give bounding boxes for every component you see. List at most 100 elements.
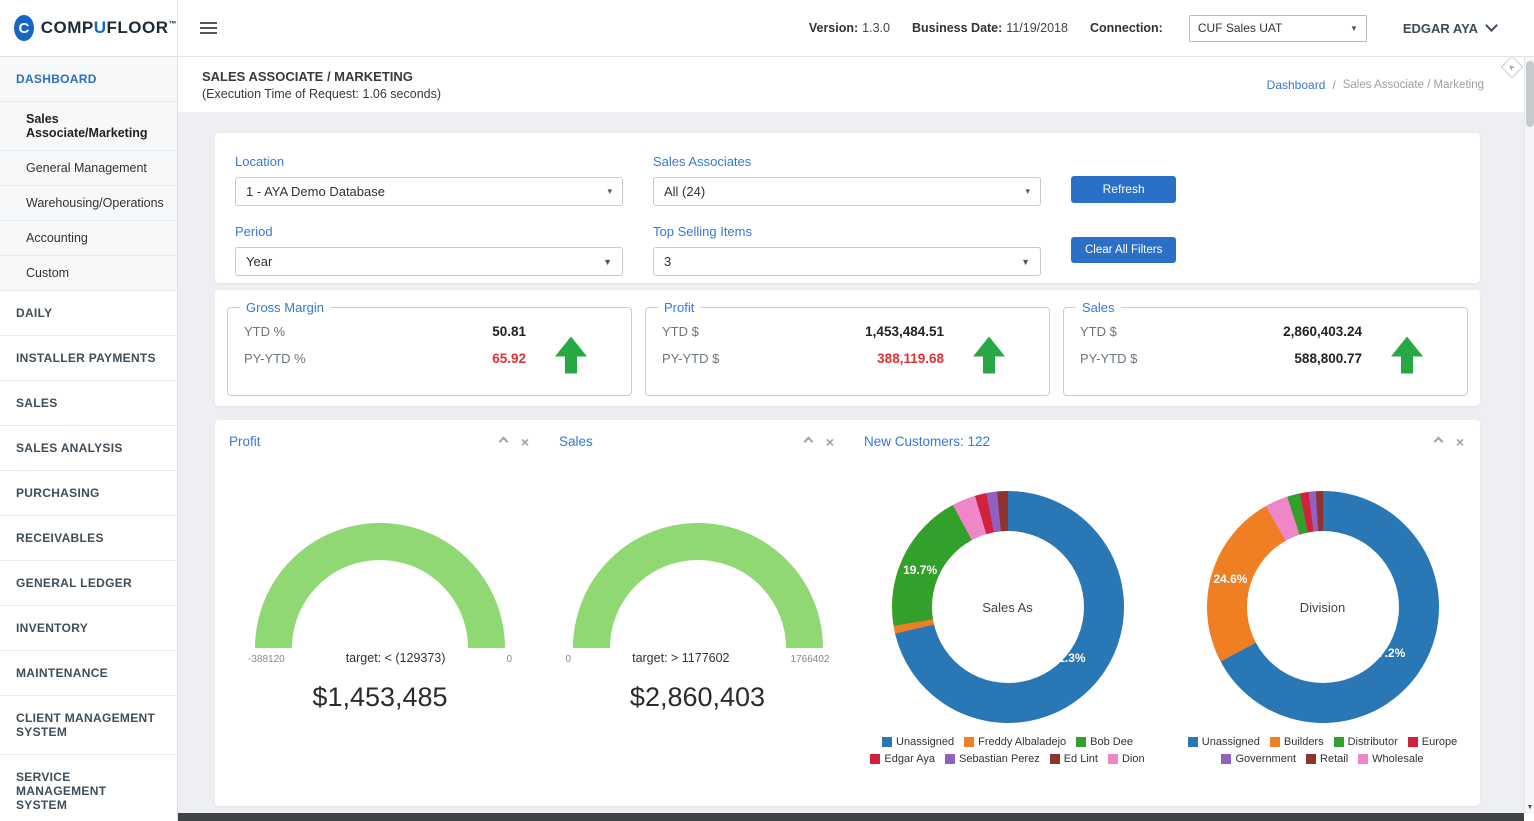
sidebar-item-service-management-system[interactable]: SERVICE MANAGEMENT SYSTEM: [0, 755, 177, 821]
legend-swatch: [1221, 754, 1231, 764]
sidebar-item-receivables[interactable]: RECEIVABLES: [0, 516, 177, 561]
legend-item-government[interactable]: Government: [1221, 753, 1296, 765]
sidebar-item-sales-analysis[interactable]: SALES ANALYSIS: [0, 426, 177, 471]
logo-icon: C: [14, 15, 34, 41]
logo: C COMPUFLOOR™: [0, 0, 178, 56]
close-panel-icon[interactable]: ×: [1456, 437, 1464, 447]
collapse-panel-icon[interactable]: [1433, 437, 1443, 447]
legend-item-europe[interactable]: Europe: [1408, 736, 1457, 748]
profit-gauge: [255, 523, 505, 648]
sidebar-item-sales[interactable]: SALES: [0, 381, 177, 426]
legend-item-dion[interactable]: Dion: [1108, 753, 1145, 765]
legend-item-freddy-albaladejo[interactable]: Freddy Albaladejo: [964, 736, 1066, 748]
legend-label: Europe: [1422, 736, 1457, 748]
sidebar-item-general-management[interactable]: General Management: [0, 151, 177, 186]
top-selling-items-value: 3: [664, 254, 671, 269]
gauge-axis: -388120 target: < (129373) 0: [248, 651, 512, 665]
sidebar-item-daily[interactable]: DAILY: [0, 291, 177, 336]
sales-as-chart-column: 19.7% 71.3% Sales As Unassigned Freddy Al…: [850, 449, 1165, 765]
business-date-value: 11/19/2018: [1006, 21, 1068, 35]
sidebar-item-accounting[interactable]: Accounting: [0, 221, 177, 256]
profit-gauge-panel: Profit × -388120 target: < (129373) 0 $1…: [215, 420, 545, 806]
collapse-panel-icon[interactable]: [803, 437, 813, 447]
kpi-ytd-label: YTD %: [244, 324, 285, 339]
sidebar-item-installer-payments[interactable]: INSTALLER PAYMENTS: [0, 336, 177, 381]
donut-center-label: Division: [1207, 491, 1439, 723]
chevron-down-icon: ▼: [603, 257, 612, 267]
legend-swatch: [1334, 737, 1344, 747]
collapse-panel-icon[interactable]: [498, 437, 508, 447]
sidebar-item-warehousing-operations[interactable]: Warehousing/Operations: [0, 186, 177, 221]
sidebar-item-general-ledger[interactable]: GENERAL LEDGER: [0, 561, 177, 606]
kpi-ytd-label: YTD $: [662, 324, 699, 339]
sales-as-donut-chart: 19.7% 71.3% Sales As: [892, 491, 1124, 723]
kpi-py-value: 65.92: [492, 351, 526, 366]
panel-title: Sales: [559, 434, 593, 449]
sales-associates-select[interactable]: All (24) ▾: [653, 177, 1041, 206]
sidebar-item-sales-associate-marketing[interactable]: Sales Associate/Marketing: [0, 102, 177, 151]
breadcrumb-separator: /: [1332, 78, 1335, 92]
collapse-corner-button[interactable]: «: [1501, 57, 1524, 78]
kpi-py-label: PY-YTD $: [662, 351, 719, 366]
vertical-scrollbar[interactable]: ▼: [1524, 57, 1534, 813]
user-menu[interactable]: EDGAR AYA: [1403, 21, 1496, 36]
legend-item-unassigned[interactable]: Unassigned: [1188, 736, 1260, 748]
legend-item-sebastian-perez[interactable]: Sebastian Perez: [945, 753, 1040, 765]
sidebar-item-custom[interactable]: Custom: [0, 256, 177, 291]
legend-item-bob-dee[interactable]: Bob Dee: [1076, 736, 1133, 748]
trend-up-arrow-icon: [555, 337, 587, 374]
kpi-profit: Profit YTD $ 1,453,484.51 PY-YTD $ 388,1…: [645, 300, 1050, 396]
legend-item-retail[interactable]: Retail: [1306, 753, 1348, 765]
sidebar-item-maintenance[interactable]: MAINTENANCE: [0, 651, 177, 696]
horizontal-scrollbar[interactable]: [178, 813, 1524, 821]
location-select[interactable]: 1 - AYA Demo Database ▾: [235, 177, 623, 206]
chevron-down-icon: ▾: [1025, 186, 1030, 197]
legend-swatch: [1050, 754, 1060, 764]
charts-row: Profit × -388120 target: < (129373) 0 $1…: [215, 420, 1480, 806]
kpi-py-label: PY-YTD %: [244, 351, 306, 366]
sidebar-item-dashboard[interactable]: DASHBOARD: [0, 57, 177, 102]
sales-associates-label: Sales Associates: [653, 154, 1041, 169]
gauge-min-label: -388120: [248, 654, 285, 665]
top-selling-items-label: Top Selling Items: [653, 224, 1041, 239]
panel-title: New Customers: 122: [864, 434, 990, 449]
location-label: Location: [235, 154, 623, 169]
gauge-value: $2,860,403: [545, 682, 850, 713]
close-panel-icon[interactable]: ×: [826, 437, 834, 447]
top-selling-items-select[interactable]: 3 ▼: [653, 247, 1041, 276]
sidebar-item-purchasing[interactable]: PURCHASING: [0, 471, 177, 516]
menu-toggle-button[interactable]: [186, 11, 230, 45]
trend-up-arrow-icon: [1391, 337, 1423, 374]
breadcrumb-dashboard-link[interactable]: Dashboard: [1267, 78, 1326, 92]
connection-select[interactable]: CUF Sales UAT ▼: [1189, 15, 1367, 42]
legend-swatch: [964, 737, 974, 747]
legend-item-ed-lint[interactable]: Ed Lint: [1050, 753, 1098, 765]
period-label: Period: [235, 224, 623, 239]
clear-all-filters-button[interactable]: Clear All Filters: [1071, 237, 1176, 264]
sidebar-group-purchasing: PURCHASING: [0, 471, 177, 516]
close-panel-icon[interactable]: ×: [521, 437, 529, 447]
top-bar: C COMPUFLOOR™ Version:1.3.0 Business Dat…: [0, 0, 1534, 57]
filter-column-1: Location 1 - AYA Demo Database ▾ Period …: [235, 153, 623, 263]
sidebar-item-client-management-system[interactable]: CLIENT MANAGEMENT SYSTEM: [0, 696, 177, 755]
legend-item-edgar-aya[interactable]: Edgar Aya: [870, 753, 935, 765]
refresh-button[interactable]: Refresh: [1071, 176, 1176, 203]
gauge-target-label: target: < (129373): [346, 651, 446, 665]
scroll-down-arrow-icon[interactable]: ▼: [1525, 804, 1534, 811]
legend-label: Unassigned: [1202, 736, 1260, 748]
sidebar-item-inventory[interactable]: INVENTORY: [0, 606, 177, 651]
legend-item-builders[interactable]: Builders: [1270, 736, 1324, 748]
version-label: Version:: [809, 21, 858, 35]
page-head: SALES ASSOCIATE / MARKETING (Execution T…: [178, 57, 1524, 112]
vertical-scrollbar-thumb[interactable]: [1526, 61, 1534, 127]
sidebar-group-general-ledger: GENERAL LEDGER: [0, 561, 177, 606]
legend-item-wholesale[interactable]: Wholesale: [1358, 753, 1423, 765]
legend-label: Dion: [1122, 753, 1145, 765]
sidebar-group-inventory: INVENTORY: [0, 606, 177, 651]
connection-value: CUF Sales UAT: [1198, 21, 1282, 35]
period-select[interactable]: Year ▼: [235, 247, 623, 276]
legend-item-distributor[interactable]: Distributor: [1334, 736, 1398, 748]
sidebar-group-installer-payments: INSTALLER PAYMENTS: [0, 336, 177, 381]
chevron-down-icon: ▾: [607, 186, 612, 197]
legend-item-unassigned[interactable]: Unassigned: [882, 736, 954, 748]
